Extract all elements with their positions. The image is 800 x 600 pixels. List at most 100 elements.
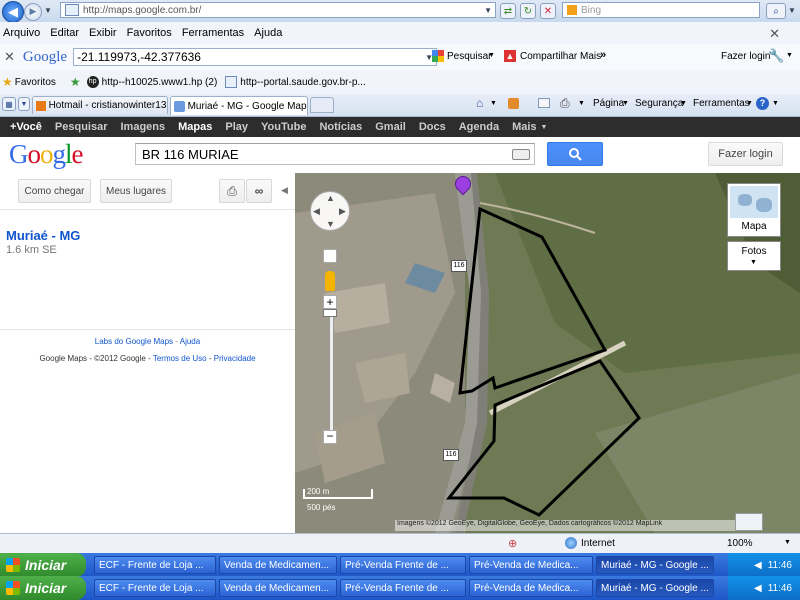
print-button[interactable]: ⎙ <box>219 179 245 203</box>
new-tab-button[interactable] <box>310 97 334 113</box>
tab-hotmail[interactable]: Hotmail - cristianowinter13@... <box>32 96 168 114</box>
collapse-panel-icon[interactable]: ◀ <box>281 185 288 196</box>
bing-search-box[interactable]: Bing <box>562 2 760 18</box>
zoom-slider-handle[interactable] <box>323 309 337 317</box>
tray-icon[interactable]: ◀ <box>754 560 762 571</box>
gbar-gmail[interactable]: Gmail <box>375 121 406 133</box>
zoom-in-button[interactable]: + <box>323 295 337 309</box>
help-link[interactable]: Ajuda <box>180 337 200 346</box>
menu-arquivo[interactable]: Arquivo <box>3 27 40 39</box>
maps-login-button[interactable]: Fazer login <box>708 142 783 166</box>
task-pre-venda-frente[interactable]: Pré-Venda Frente de ... <box>340 556 466 574</box>
wrench-icon[interactable]: 🔧 <box>768 48 784 64</box>
gbar-mapas[interactable]: Mapas <box>178 121 212 133</box>
pan-up-icon[interactable]: ▲ <box>326 193 335 203</box>
status-tracking-icon[interactable]: ⊕ <box>508 537 517 550</box>
tools-menu[interactable]: Ferramentas <box>693 98 750 109</box>
toolbar-compartilhar-button[interactable]: Compartilhar <box>520 51 577 62</box>
gbar-noticias[interactable]: Notícias <box>319 121 362 133</box>
gbar-mais[interactable]: Mais <box>512 121 536 133</box>
search-icon[interactable]: ⌕ <box>766 3 786 19</box>
toolbar-login-button[interactable]: Fazer login <box>721 51 770 62</box>
zoom-slider-track[interactable] <box>329 310 334 432</box>
quick-tabs-icon[interactable]: ▦ <box>2 97 16 111</box>
favorites-button[interactable]: Favoritos <box>15 77 56 88</box>
search-options-icon[interactable]: ▼ <box>788 6 796 15</box>
tab-list-icon[interactable]: ▼ <box>18 97 30 111</box>
zoom-out-button[interactable]: − <box>323 430 337 444</box>
security-menu[interactable]: Segurança <box>635 98 683 109</box>
task-google-maps[interactable]: Muriaé - MG - Google ... <box>596 556 714 574</box>
pan-left-icon[interactable]: ◀ <box>313 206 320 217</box>
result-title-link[interactable]: Muriaé - MG <box>6 228 80 243</box>
menu-favoritos[interactable]: Favoritos <box>127 27 172 39</box>
favorite-item-hp[interactable]: http--h10025.www1.hp (2) <box>102 77 218 88</box>
directions-button[interactable]: Como chegar <box>18 179 91 203</box>
help-dropdown-icon[interactable]: ▼ <box>772 100 779 107</box>
page-menu[interactable]: Página <box>593 98 624 109</box>
add-favorite-icon[interactable]: ★ <box>70 75 81 89</box>
compatibility-icon[interactable]: ⇄ <box>500 3 516 19</box>
menu-editar[interactable]: Editar <box>50 27 79 39</box>
rss-icon[interactable] <box>508 98 519 109</box>
page-menu-dropdown-icon[interactable]: ▼ <box>622 100 629 107</box>
task-pre-venda-medica-2[interactable]: Pré-Venda de Medica... <box>469 579 593 597</box>
pesquisar-dropdown-icon[interactable]: ▼ <box>488 52 495 59</box>
menu-exibir[interactable]: Exibir <box>89 27 117 39</box>
tools-menu-dropdown-icon[interactable]: ▼ <box>746 100 753 107</box>
task-ecf-2[interactable]: ECF - Frente de Loja ... <box>94 579 216 597</box>
link-button[interactable]: ∞ <box>246 179 272 203</box>
favorite-item-saude[interactable]: http--portal.saude.gov.br-p... <box>240 77 365 88</box>
task-venda-2[interactable]: Venda de Medicamen... <box>219 579 337 597</box>
toolbar-search-input[interactable]: -21.119973,-42.377636 ▼ <box>73 48 438 66</box>
zoom-dropdown-icon[interactable]: ▼ <box>784 539 791 546</box>
history-dropdown-icon[interactable]: ▼ <box>44 6 52 15</box>
start-button[interactable]: Iniciar <box>0 553 86 577</box>
toolbar-mais-button[interactable]: Mais <box>580 51 601 62</box>
gbar-mais-dropdown-icon[interactable]: ▼ <box>541 124 548 131</box>
home-dropdown-icon[interactable]: ▼ <box>490 100 497 107</box>
tray-icon-2[interactable]: ◀ <box>754 583 762 594</box>
toolbar-close-icon[interactable]: ✕ <box>4 49 15 65</box>
zoom-level[interactable]: 100% <box>727 538 753 549</box>
labs-link[interactable]: Labs do Google Maps <box>95 337 173 346</box>
maps-search-input[interactable]: BR 116 MURIAE <box>135 143 535 165</box>
gbar-agenda[interactable]: Agenda <box>459 121 499 133</box>
tab-google-maps[interactable]: Muriaé - MG - Google Maps <box>170 96 308 115</box>
forward-button[interactable]: ▶ <box>24 3 42 21</box>
menu-ferramentas[interactable]: Ferramentas <box>182 27 244 39</box>
address-dropdown-icon[interactable]: ▼ <box>484 6 492 15</box>
gbar-imagens[interactable]: Imagens <box>121 121 166 133</box>
overview-map-toggle[interactable] <box>735 513 763 531</box>
toolbar-pesquisar-button[interactable]: Pesquisar <box>447 51 491 62</box>
photos-button[interactable]: Fotos ▼ <box>727 241 781 271</box>
back-button[interactable]: ◀ <box>2 1 24 23</box>
help-icon[interactable]: ? <box>756 97 769 110</box>
privacy-link[interactable]: Privacidade <box>214 354 256 363</box>
wrench-dropdown-icon[interactable]: ▼ <box>786 52 793 59</box>
gbar-plus-voce[interactable]: +Você <box>10 121 42 133</box>
print-dropdown-icon[interactable]: ▼ <box>578 100 585 107</box>
streetview-button[interactable] <box>323 249 337 263</box>
pegman-icon[interactable] <box>325 271 335 291</box>
photos-dropdown-icon[interactable]: ▼ <box>750 259 757 266</box>
task-google-maps-2[interactable]: Muriaé - MG - Google ... <box>596 579 714 597</box>
stop-icon[interactable]: ✕ <box>540 3 556 19</box>
more-chevron-icon[interactable]: » <box>600 49 606 61</box>
task-ecf[interactable]: ECF - Frente de Loja ... <box>94 556 216 574</box>
address-field[interactable]: http://maps.google.com.br/ ▼ <box>60 2 496 18</box>
pan-right-icon[interactable]: ▶ <box>339 206 346 217</box>
gbar-play[interactable]: Play <box>225 121 248 133</box>
task-pre-venda-frente-2[interactable]: Pré-Venda Frente de ... <box>340 579 466 597</box>
menu-ajuda[interactable]: Ajuda <box>254 27 282 39</box>
refresh-icon[interactable]: ↻ <box>520 3 536 19</box>
pan-control[interactable]: ▲ ▼ ◀ ▶ <box>310 191 350 231</box>
mail-icon[interactable] <box>538 98 550 108</box>
terms-link[interactable]: Termos de Uso <box>153 354 207 363</box>
print-icon[interactable]: ⎙ <box>560 96 570 111</box>
home-icon[interactable]: ⌂ <box>476 96 483 110</box>
maps-search-button[interactable] <box>547 142 603 166</box>
gbar-docs[interactable]: Docs <box>419 121 446 133</box>
task-pre-venda-medica[interactable]: Pré-Venda de Medica... <box>469 556 593 574</box>
security-menu-dropdown-icon[interactable]: ▼ <box>680 100 687 107</box>
